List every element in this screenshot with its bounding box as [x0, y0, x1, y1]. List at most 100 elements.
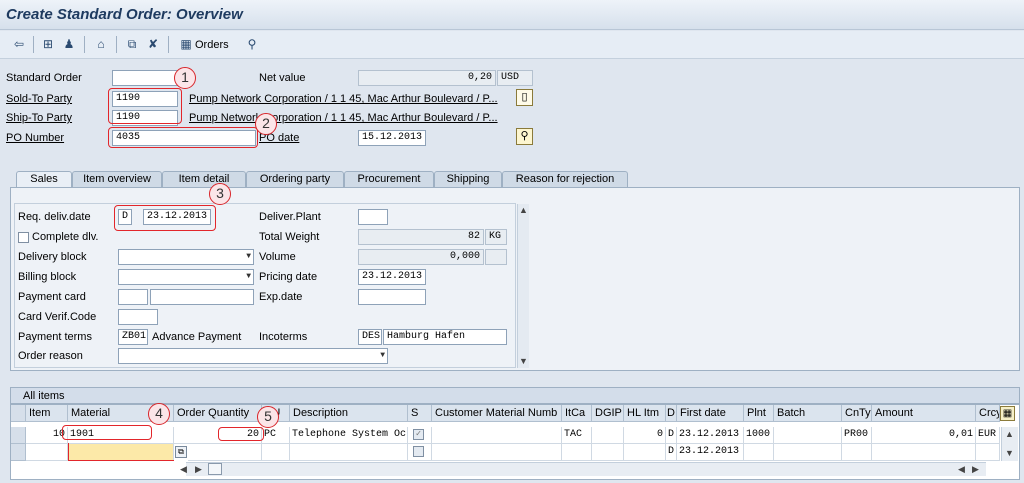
col-itca[interactable]: ItCa: [562, 405, 592, 422]
select-all-cell[interactable]: [11, 405, 26, 422]
cell-crcy[interactable]: EUR: [976, 427, 1000, 444]
sold-to-label[interactable]: Sold-To Party: [6, 93, 72, 105]
tab-reason-for-rejection[interactable]: Reason for rejection: [502, 171, 628, 187]
tab-ordering-party[interactable]: Ordering party: [246, 171, 344, 187]
col-customer-material[interactable]: Customer Material Numb: [432, 405, 562, 422]
incoterms-location-field[interactable]: Hamburg Hafen: [383, 329, 507, 345]
delivery-block-dropdown[interactable]: [118, 249, 254, 265]
net-value-field: 0,20: [358, 70, 496, 86]
billing-block-dropdown[interactable]: [118, 269, 254, 285]
scroll-down-icon[interactable]: ▼: [519, 356, 528, 366]
cell-plnt[interactable]: [744, 444, 774, 461]
callout-1: 1: [174, 67, 196, 89]
exp-date-field[interactable]: [358, 289, 426, 305]
grid-scroll-up-icon[interactable]: ▲: [1005, 429, 1014, 439]
col-dgip[interactable]: DGIP: [592, 405, 624, 422]
cell-hl-itm[interactable]: [624, 444, 666, 461]
col-description[interactable]: Description: [290, 405, 408, 422]
payment-card-number-field[interactable]: [150, 289, 254, 305]
ship-to-label[interactable]: Ship-To Party: [6, 112, 72, 124]
cell-d[interactable]: D: [666, 444, 677, 461]
cell-dgip[interactable]: [592, 427, 624, 444]
cell-customer-material[interactable]: [432, 444, 562, 461]
row-selector[interactable]: [11, 427, 26, 444]
deliver-plant-field[interactable]: [358, 209, 388, 225]
incoterms-field[interactable]: DES: [358, 329, 382, 345]
search-document-icon[interactable]: ⚲: [516, 128, 533, 145]
cell-cnty[interactable]: PR00: [842, 427, 872, 444]
cell-amount[interactable]: [872, 444, 976, 461]
cell-batch[interactable]: [774, 444, 842, 461]
cell-dgip[interactable]: [592, 444, 624, 461]
orders-button[interactable]: Orders: [195, 39, 229, 51]
table-settings-icon[interactable]: ▦: [1000, 406, 1015, 421]
scroll-up-icon[interactable]: ▲: [519, 205, 528, 215]
binoculars-icon[interactable]: ⚲: [243, 36, 261, 53]
cell-order-quantity[interactable]: [188, 444, 262, 461]
cell-d[interactable]: D: [666, 427, 677, 444]
sold-to-description[interactable]: Pump Network Corporation / 1 1 45, Mac A…: [189, 93, 498, 105]
vertical-scrollbar[interactable]: [517, 204, 529, 368]
cell-su[interactable]: [262, 444, 290, 461]
col-s[interactable]: S: [408, 405, 432, 422]
col-item[interactable]: Item: [26, 405, 68, 422]
tab-item-detail[interactable]: Item detail: [162, 171, 246, 187]
col-d[interactable]: D: [666, 405, 677, 422]
col-crcy[interactable]: Crcy: [976, 405, 1000, 422]
cell-batch[interactable]: [774, 427, 842, 444]
col-amount[interactable]: Amount: [872, 405, 976, 422]
cell-crcy[interactable]: [976, 444, 1000, 461]
payment-terms-field[interactable]: ZB01: [118, 329, 148, 345]
col-order-quantity[interactable]: Order Quantity: [174, 405, 262, 422]
copy-icon[interactable]: ⧉: [123, 36, 141, 53]
document-icon[interactable]: ▯: [516, 89, 533, 106]
grid-scroll-down-icon[interactable]: ▼: [1005, 448, 1014, 458]
col-hl-itm[interactable]: HL Itm: [624, 405, 666, 422]
col-first-date[interactable]: First date: [677, 405, 744, 422]
cell-description[interactable]: Telephone System Oc...: [290, 427, 408, 444]
ship-to-description[interactable]: Pump Network Corporation / 1 1 45, Mac A…: [189, 112, 498, 124]
billing-block-label: Billing block: [18, 271, 77, 283]
home-icon[interactable]: ⌂: [92, 36, 110, 53]
cell-plnt[interactable]: 1000: [744, 427, 774, 444]
cell-first-date[interactable]: 23.12.2013: [677, 427, 744, 444]
payment-card-type-field[interactable]: [118, 289, 148, 305]
cell-amount[interactable]: 0,01: [872, 427, 976, 444]
col-cnty[interactable]: CnTy: [842, 405, 872, 422]
grid-scroll-thumb[interactable]: [208, 463, 222, 475]
complete-dlv-checkbox[interactable]: [18, 232, 29, 243]
card-verif-code-field[interactable]: [118, 309, 158, 325]
cell-customer-material[interactable]: [432, 427, 562, 444]
cell-cnty[interactable]: [842, 444, 872, 461]
grid-scroll-left-icon[interactable]: ◀: [180, 464, 187, 475]
value-help-icon[interactable]: ⧉: [175, 446, 187, 458]
grid-scroll-right-icon[interactable]: ▶: [195, 464, 202, 475]
delete-icon[interactable]: ✘: [144, 36, 162, 53]
row-selector[interactable]: [11, 444, 26, 461]
order-reason-dropdown[interactable]: [118, 348, 388, 364]
pricing-date-field[interactable]: 23.12.2013: [358, 269, 426, 285]
tab-procurement[interactable]: Procurement: [344, 171, 434, 187]
grid-scroll-right-end-icon[interactable]: ▶: [972, 464, 979, 475]
cell-itca[interactable]: [562, 444, 592, 461]
cell-hl-itm[interactable]: 0: [624, 427, 666, 444]
tab-item-overview[interactable]: Item overview: [72, 171, 162, 187]
col-plnt[interactable]: Plnt: [744, 405, 774, 422]
cell-su[interactable]: PC: [262, 427, 290, 444]
cell-itca[interactable]: TAC: [562, 427, 592, 444]
standard-order-field[interactable]: [112, 70, 178, 86]
tab-shipping[interactable]: Shipping: [434, 171, 502, 187]
partner-icon[interactable]: ♟: [60, 36, 78, 53]
tab-sales[interactable]: Sales: [16, 171, 72, 188]
cell-first-date[interactable]: 23.12.2013: [677, 444, 744, 461]
orders-icon[interactable]: ▦: [177, 36, 195, 53]
deliver-plant-label: Deliver.Plant: [259, 211, 321, 223]
header-details-icon[interactable]: ⊞: [39, 36, 57, 53]
po-number-label[interactable]: PO Number: [6, 132, 64, 144]
grid-horizontal-scrollbar[interactable]: [186, 462, 986, 476]
grid-scroll-left-end-icon[interactable]: ◀: [958, 464, 965, 475]
cell-description[interactable]: [290, 444, 408, 461]
display-document-icon[interactable]: ⇦: [10, 36, 28, 53]
po-date-field[interactable]: 15.12.2013: [358, 130, 426, 146]
col-batch[interactable]: Batch: [774, 405, 842, 422]
